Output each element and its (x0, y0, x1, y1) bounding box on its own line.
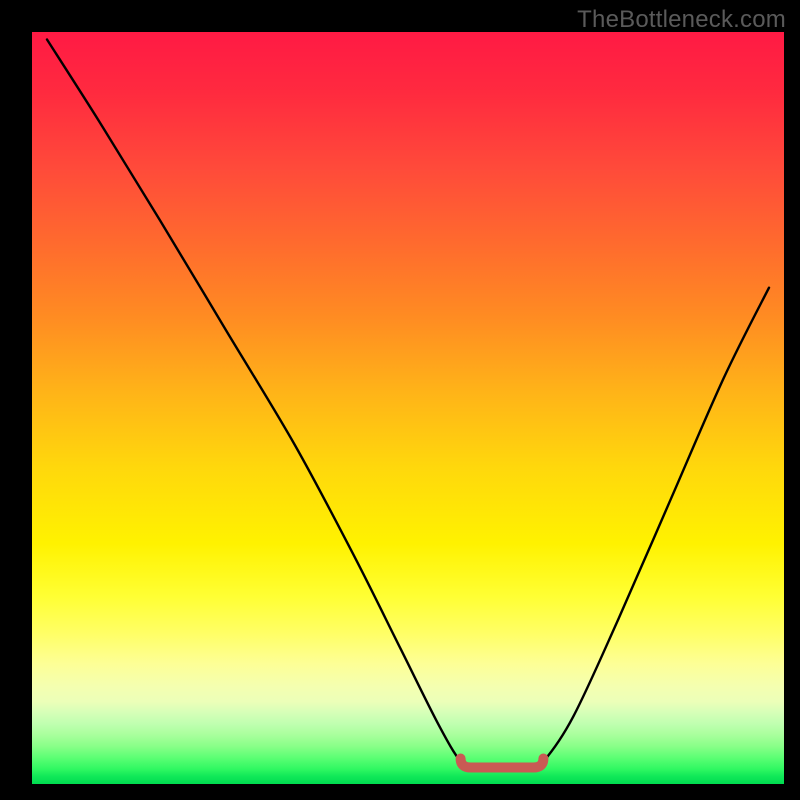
watermark-text: TheBottleneck.com (577, 6, 786, 34)
flat-region-marker (32, 32, 784, 784)
plot-area (32, 32, 784, 784)
chart-stage: TheBottleneck.com (0, 0, 800, 800)
